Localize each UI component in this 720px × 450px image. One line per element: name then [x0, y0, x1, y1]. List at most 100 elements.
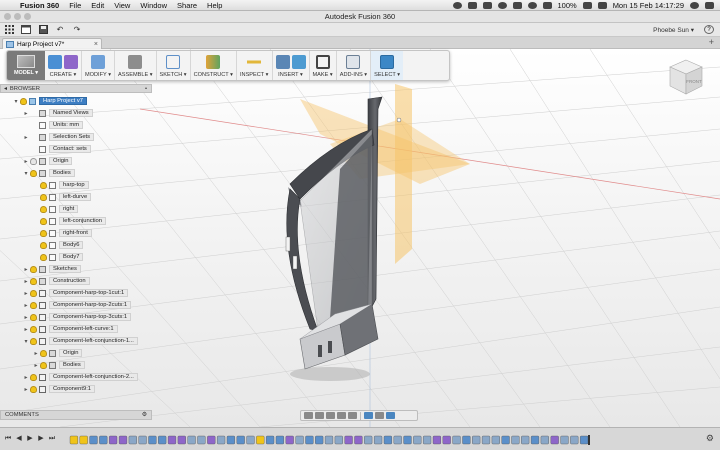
timeline-feature-comp[interactable]	[324, 435, 334, 445]
inspect-measure-icon[interactable]	[247, 54, 262, 69]
volume-icon[interactable]	[542, 1, 552, 9]
timeline-step-back-icon[interactable]: ◀	[15, 434, 23, 443]
visibility-bulb-icon[interactable]	[30, 265, 37, 273]
toolbar-add-ins[interactable]: ADD-INS ▾	[337, 51, 372, 80]
expand-right-icon[interactable]: ▸	[22, 386, 30, 393]
visibility-bulb-icon[interactable]	[30, 385, 37, 393]
visibility-bulb-icon[interactable]	[30, 325, 37, 333]
browser-header[interactable]: ◂ BROWSER •	[0, 84, 152, 93]
timeline-feature-comp[interactable]	[393, 435, 402, 445]
timeline-feature-comp[interactable]	[374, 435, 383, 445]
timeline-feature-body[interactable]	[550, 435, 559, 445]
browser-node[interactable]: right	[32, 204, 79, 214]
expand-right-icon[interactable]: ▸	[22, 326, 30, 333]
save-icon[interactable]	[38, 25, 48, 34]
timeline-feature-comp[interactable]	[423, 435, 432, 445]
timeline-feature-comp[interactable]	[511, 435, 520, 445]
expand-down-icon[interactable]: ▾	[22, 170, 30, 177]
visibility-bulb-icon[interactable]	[40, 217, 47, 225]
visibility-bulb-icon[interactable]	[30, 313, 37, 321]
timeline-feature-body[interactable]	[344, 435, 353, 445]
insert-image-icon[interactable]	[275, 54, 290, 69]
browser-node[interactable]: harp-top	[32, 180, 89, 190]
comments-panel[interactable]: COMMENTS ⚙	[0, 410, 152, 420]
bluetooth-icon[interactable]	[512, 1, 522, 9]
visibility-bulb-icon[interactable]	[40, 349, 47, 357]
timeline-settings-icon[interactable]: ⚙	[706, 433, 714, 444]
toolbar-construct[interactable]: CONSTRUCT ▾	[191, 51, 237, 80]
timeline-feature-body[interactable]	[177, 435, 186, 445]
timeline-feature-track[interactable]	[68, 435, 592, 445]
browser-node[interactable]: ▸ Component-harp-top-3cuts:1	[22, 312, 132, 322]
browser-node[interactable]: ▾ Component-left-conjunction-1...	[22, 336, 138, 346]
timeline-feature-body[interactable]	[432, 435, 442, 445]
browser-node[interactable]: left-conjunction	[32, 216, 106, 226]
orbit-icon[interactable]	[304, 412, 313, 419]
expand-right-icon[interactable]: ▸	[22, 314, 30, 321]
make-3d-print-icon[interactable]	[315, 54, 330, 69]
timeline-feature-body[interactable]	[118, 435, 128, 445]
expand-right-icon[interactable]: ▸	[22, 158, 30, 165]
timeline-marker[interactable]	[588, 435, 590, 445]
browser-node[interactable]: ▸ Selection Sets	[22, 132, 95, 142]
expand-right-icon[interactable]: ▸	[32, 350, 40, 357]
wifi-icon[interactable]	[527, 1, 537, 9]
timeline-feature-comp[interactable]	[472, 435, 481, 445]
browser-node[interactable]: ▾ Bodies	[22, 168, 75, 178]
timeline-feature-extrude[interactable]	[580, 435, 589, 445]
timeline-feature-comp[interactable]	[128, 435, 137, 445]
browser-node[interactable]: Body7	[32, 252, 84, 262]
display-settings-icon[interactable]	[364, 412, 373, 419]
timeline-feature-body[interactable]	[167, 435, 177, 445]
browser-node[interactable]: ▸ Component-left-conjunction-2...	[22, 372, 138, 382]
timeline-feature-body[interactable]	[109, 435, 118, 445]
timeline-feature-sketch[interactable]	[256, 435, 265, 445]
expand-down-icon[interactable]: ▾	[22, 338, 30, 345]
visibility-bulb-icon[interactable]	[40, 229, 47, 237]
timeline-step-forward-icon[interactable]: ▶	[37, 434, 45, 443]
toolbar-sketch[interactable]: SKETCH ▾	[157, 51, 191, 80]
visibility-bulb-icon[interactable]	[30, 289, 37, 297]
visibility-bulb-icon[interactable]	[30, 301, 37, 309]
toolbar-make[interactable]: MAKE ▾	[310, 51, 337, 80]
expand-right-icon[interactable]: ▸	[22, 302, 30, 309]
fit-icon[interactable]	[348, 412, 357, 419]
timeline-feature-comp[interactable]	[197, 435, 206, 445]
expand-right-icon[interactable]: ▸	[22, 110, 30, 117]
visibility-bulb-icon[interactable]	[40, 181, 47, 189]
browser-node[interactable]: ▸ Named Views	[22, 108, 93, 118]
cloud-icon[interactable]	[467, 1, 477, 9]
assemble-joint-icon[interactable]	[128, 54, 143, 69]
menu-app-name[interactable]: Fusion 360	[16, 1, 65, 10]
workspace-switcher[interactable]: MODEL ▾	[7, 51, 45, 80]
toolbar-create[interactable]: CREATE ▾	[45, 51, 82, 80]
visibility-bulb-icon[interactable]	[30, 373, 37, 381]
timeline-feature-body[interactable]	[442, 435, 451, 445]
view-cube[interactable]: FRONT	[666, 56, 706, 100]
browser-node[interactable]: ▸ Bodies	[32, 360, 85, 370]
pin-icon[interactable]: •	[145, 86, 147, 92]
browser-node[interactable]: left-durve	[32, 192, 92, 202]
sync-icon[interactable]	[482, 1, 492, 9]
menu-help[interactable]: Help	[203, 1, 228, 10]
timeline-feature-extrude[interactable]	[462, 435, 471, 445]
visibility-bulb-icon[interactable]	[40, 193, 47, 201]
browser-node[interactable]: ▸ Sketches	[22, 264, 81, 274]
timeline-feature-extrude[interactable]	[275, 435, 285, 445]
visual-style-icon[interactable]	[375, 412, 384, 419]
visibility-bulb-icon[interactable]	[20, 97, 27, 105]
file-menu-icon[interactable]	[21, 25, 31, 34]
visibility-bulb-icon[interactable]	[40, 205, 47, 213]
create-box-icon[interactable]	[48, 54, 62, 69]
notification-list-icon[interactable]	[705, 1, 714, 9]
keyboard-flag-icon[interactable]	[597, 1, 607, 9]
toolbar-modify[interactable]: MODIFY ▾	[82, 51, 116, 80]
toolbar-insert[interactable]: INSERT ▾	[273, 51, 310, 80]
create-form-icon[interactable]	[64, 54, 78, 69]
browser-node[interactable]: ▸ Component-left-curve:1	[22, 324, 118, 334]
timeline-feature-comp[interactable]	[452, 435, 461, 445]
expand-down-icon[interactable]: ▾	[12, 98, 20, 105]
browser-node[interactable]: right-front	[32, 228, 92, 238]
browser-node[interactable]: Body6	[32, 240, 84, 250]
battery-percent[interactable]: 100%	[558, 1, 577, 10]
